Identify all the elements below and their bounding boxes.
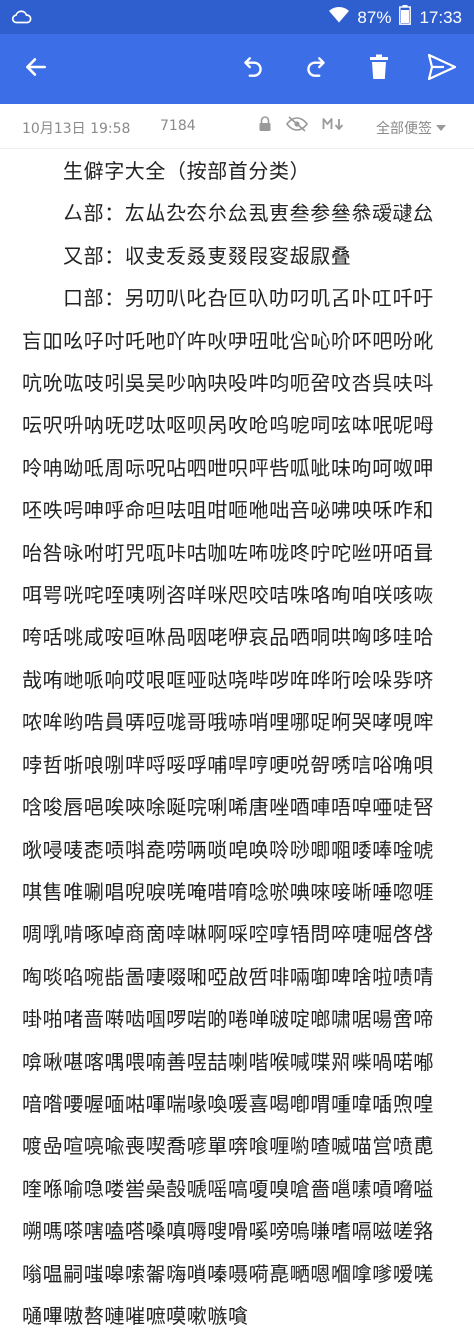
back-arrow-icon [23,54,49,84]
wifi-icon [329,6,350,29]
note-content[interactable]: 生僻字大全（按部首分类） 厶部：厷厸厹厺厼厽厾叀叁参叄叅叆叇厽 又部：収叏叐叒叓… [22,150,452,1337]
trash-icon [367,54,391,84]
content-body: 吂吅吆吇吋吒吔吖吘吙吚吜吡吢吣吤吥吧吩吪吭吮吰吱吲吳吴吵吶吷吺吽呁呃呄呅呇呉呋呌… [22,328,434,1328]
note-meta-bar: 10月13日 19:58 7184 全部便签 [0,104,474,149]
category-dropdown[interactable]: 全部便签 [376,118,446,138]
status-bar: 87% 17:33 [0,0,474,34]
redo-icon [303,54,329,84]
content-line-radical-si: 厶部：厷厸厹厺厼厽厾叀叁参叄叅叆叇厽 [63,201,434,226]
clock: 17:33 [419,7,462,27]
dropdown-icon [436,120,446,136]
send-button[interactable] [423,50,461,88]
lock-icon[interactable] [258,116,272,136]
battery-percent: 87% [357,7,392,27]
cloud-icon [10,6,32,32]
redo-button[interactable] [297,50,335,88]
back-button[interactable] [17,50,55,88]
battery-icon [399,5,412,30]
undo-icon [240,54,266,84]
note-title: 生僻字大全（按部首分类） [63,159,311,183]
eye-off-icon[interactable] [286,116,308,136]
content-line-radical-you: 又部：収叏叐叒叓叕叚叜叝叞叠 [63,243,352,268]
markdown-icon[interactable] [322,116,346,136]
delete-button[interactable] [360,50,398,88]
note-date: 10月13日 19:58 [22,121,131,137]
undo-button[interactable] [234,50,272,88]
send-icon [427,53,457,84]
editor-toolbar [0,34,474,104]
content-line-radical-kou: 口部：另叨叭叱叴叵叺叻叼叽叾卟叿吀吁 [63,286,434,311]
char-count: 7184 [160,118,196,134]
category-label: 全部便签 [376,121,432,137]
